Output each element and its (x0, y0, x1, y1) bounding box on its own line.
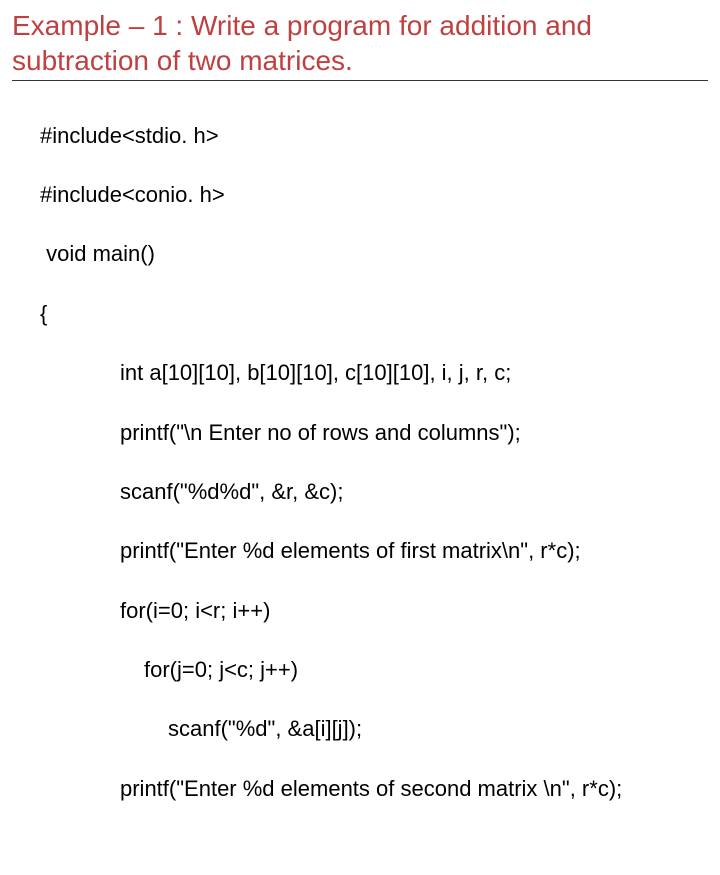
code-line: #include<stdio. h> (40, 121, 708, 151)
code-line: { (40, 299, 708, 329)
code-block: #include<stdio. h> #include<conio. h> vo… (40, 91, 708, 863)
code-line: printf("\n Enter no of rows and columns"… (120, 418, 708, 448)
code-line: scanf("%d", &a[i][j]); (168, 714, 708, 744)
code-line: printf("Enter %d elements of first matri… (120, 536, 708, 566)
code-line: for(j=0; j<c; j++) (144, 655, 708, 685)
slide: Example – 1 : Write a program for additi… (0, 0, 720, 875)
code-line: for(i=0; i<r; i++) (120, 596, 708, 626)
code-line: #include<conio. h> (40, 180, 708, 210)
code-line: int a[10][10], b[10][10], c[10][10], i, … (120, 358, 708, 388)
code-line: void main() (40, 239, 708, 269)
code-line: printf("Enter %d elements of second matr… (120, 774, 708, 804)
code-line: scanf("%d%d", &r, &c); (120, 477, 708, 507)
slide-heading: Example – 1 : Write a program for additi… (12, 8, 708, 81)
